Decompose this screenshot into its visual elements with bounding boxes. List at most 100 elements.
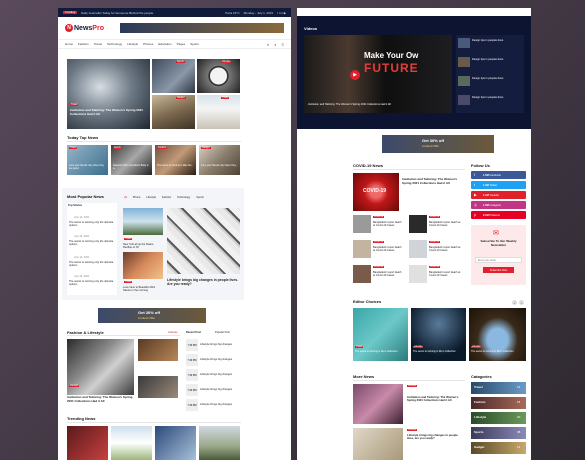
recent-item[interactable]: 7:30 PM Lifestyle brings big changes: [186, 339, 240, 351]
hero-side-image-3[interactable]: [152, 95, 195, 129]
covid-text-3[interactable]: Bangladesh report death at Covid-19 Case…: [373, 246, 403, 252]
site-logo[interactable]: N NewsPro: [65, 24, 104, 32]
editor-label-2[interactable]: Lifestyle: [413, 346, 424, 348]
covid-text-6[interactable]: Bangladesh report death at Covid-19 Case…: [429, 271, 461, 277]
story-text-3[interactable]: The secret to winning only the ultimate …: [69, 261, 115, 267]
nav-item-pages[interactable]: Pages: [177, 42, 186, 46]
more-news-label-1[interactable]: Lifestyle: [407, 385, 418, 387]
tab-sports[interactable]: Sports: [196, 196, 204, 199]
popular-mid-label-2[interactable]: Travel: [124, 281, 133, 283]
hero-side-label-1[interactable]: Sports: [176, 61, 185, 63]
editor-label-1[interactable]: Travel: [355, 346, 364, 348]
category-travel[interactable]: Travel 12: [471, 382, 526, 394]
covid-text-2[interactable]: Bangladesh report death at Covid-19 Case…: [429, 221, 461, 227]
nav-item-lifestyle[interactable]: Lifestyle: [127, 42, 138, 46]
covid-text-5[interactable]: Bangladesh report death at Covid-19 Case…: [373, 271, 403, 277]
tab-all[interactable]: All: [124, 196, 127, 199]
covid-main-text[interactable]: Institution and Tailoring: The Women's S…: [402, 177, 464, 185]
video-list-item-3[interactable]: Design tips in peoples lives: [472, 77, 522, 80]
follow-facebook[interactable]: f 1.5M Facebook: [471, 171, 526, 179]
recent-tab-2[interactable]: Popular Post: [215, 331, 230, 334]
tab-technology[interactable]: Technology: [177, 196, 190, 199]
editor-text-3[interactable]: The secret to winning in life is Collect…: [471, 350, 523, 354]
hero-side-label-3[interactable]: Gadget: [176, 97, 186, 99]
today-top-label-1[interactable]: Travel: [69, 147, 78, 149]
video-thumb-4[interactable]: [458, 95, 470, 105]
category-fashion[interactable]: Fashion 15: [471, 397, 526, 409]
covid-thumb-3[interactable]: [353, 240, 371, 258]
trending-image-3[interactable]: [155, 426, 196, 460]
video-thumb-1[interactable]: [458, 38, 470, 48]
follow-instagram[interactable]: ◎ 1.5M Instagram: [471, 201, 526, 209]
more-news-text-2[interactable]: Lifestyle brings big changes in people l…: [407, 433, 464, 441]
more-news-image-1[interactable]: [353, 384, 403, 424]
nav-item-phones[interactable]: Phones: [143, 42, 153, 46]
hero-main-title[interactable]: Institution and Tailoring: The Women's S…: [70, 108, 146, 116]
header-ad-banner[interactable]: [119, 23, 284, 33]
recent-item[interactable]: 7:30 PM Lifestyle brings big changes: [186, 399, 240, 411]
covid-thumb-6[interactable]: [409, 265, 427, 283]
recent-item[interactable]: 7:30 PM Lifestyle brings big changes: [186, 354, 240, 366]
hero-side-label-2[interactable]: Lifestyle: [221, 61, 232, 63]
fashion-main-label[interactable]: Lifestyle: [69, 385, 80, 387]
recent-tab-1[interactable]: Recent Post: [186, 331, 201, 334]
today-top-label-3[interactable]: Fashion: [157, 147, 168, 149]
trending-image-1[interactable]: [67, 426, 108, 460]
covid-thumb-1[interactable]: [353, 215, 371, 233]
popular-mid-text-2[interactable]: Love have to Beautiful 2021 Nature in th…: [123, 286, 163, 292]
fashion-small-image-2[interactable]: [138, 376, 178, 398]
covid-label-2[interactable]: Covid-19: [429, 216, 441, 218]
editor-label-3[interactable]: Lifestyle: [471, 346, 482, 348]
covid-thumb-5[interactable]: [353, 265, 371, 283]
trending-image-4[interactable]: [199, 426, 240, 460]
popular-mid-text-1[interactable]: New York all up the Statue Rooftop of NY: [123, 243, 163, 249]
nav-item-technology[interactable]: Technology: [107, 42, 122, 46]
today-top-image-4[interactable]: [199, 145, 240, 175]
nav-item-fashion[interactable]: Fashion: [78, 42, 89, 46]
today-top-text-1[interactable]: Love your friends only when they are goo…: [69, 164, 106, 171]
hero-main-image[interactable]: [67, 59, 150, 129]
category-gadget[interactable]: Gadget 11: [471, 442, 526, 454]
trending-image-2[interactable]: [111, 426, 152, 460]
tab-fashion[interactable]: Fashion: [162, 196, 171, 199]
video-player[interactable]: Make Your Ow FUTURE ▶ Institution and Ta…: [304, 35, 452, 113]
covid-text-1[interactable]: Bangladesh report death at Covid-19 Case…: [373, 221, 403, 227]
more-news-label-2[interactable]: Lifestyle: [407, 429, 418, 431]
category-sports[interactable]: Sports 08: [471, 427, 526, 439]
next-arrow-icon[interactable]: ›: [519, 300, 524, 305]
hero-side-image-2[interactable]: [197, 59, 240, 93]
hero-side-label-4[interactable]: Travel: [221, 97, 230, 99]
covid-thumb-4[interactable]: [409, 240, 427, 258]
follow-twitter[interactable]: t 1.2M Twitter: [471, 181, 526, 189]
covid-label-3[interactable]: Covid-19: [373, 241, 385, 243]
follow-youtube[interactable]: ▶ 1.1M Youtube: [471, 191, 526, 199]
video-list-item-4[interactable]: Design tips in peoples lives: [472, 96, 522, 99]
hero-side-image-1[interactable]: [152, 59, 195, 93]
subscribe-button[interactable]: Subscribe Now: [483, 267, 514, 273]
nav-item-sports[interactable]: Sports: [190, 42, 199, 46]
right-ad-banner[interactable]: Get 30% off Limited Offer: [382, 135, 494, 153]
story-text-2[interactable]: The secret to winning only the ultimate …: [69, 240, 115, 246]
covid-text-4[interactable]: Bangladesh report death at Covid-19 Case…: [429, 246, 461, 252]
nav-item-travel[interactable]: Travel: [94, 42, 102, 46]
play-icon[interactable]: ▶: [350, 70, 360, 80]
popular-feature-title[interactable]: Lifestyle brings big changes in people l…: [167, 278, 239, 286]
tab-lifestyle[interactable]: Lifestyle: [146, 196, 156, 199]
recent-item[interactable]: 7:30 PM Lifestyle brings big changes: [186, 369, 240, 381]
search-icon[interactable]: ⌕: [267, 42, 269, 47]
popular-feature-image[interactable]: [167, 208, 240, 274]
today-top-text-2[interactable]: Reasons Why a Newborn Baby is a...: [113, 164, 150, 171]
story-text-1[interactable]: The secret to winning only the ultimate …: [69, 221, 115, 227]
video-list-item-1[interactable]: Design tips in peoples lives: [472, 39, 522, 42]
today-top-label-2[interactable]: Sports: [113, 147, 122, 149]
today-top-text-4[interactable]: Love your friends only when they...: [201, 164, 238, 168]
covid-main-image[interactable]: COVID-19: [353, 173, 399, 211]
covid-label-5[interactable]: Covid-19: [373, 266, 385, 268]
prev-arrow-icon[interactable]: ‹: [512, 300, 517, 305]
menu-icon[interactable]: ≡: [282, 42, 284, 47]
fashion-tab[interactable]: Lifestyle: [168, 331, 178, 334]
story-text-4[interactable]: The secret to winning only the ultimate …: [69, 280, 115, 286]
mid-ad-banner[interactable]: Get 30% off Limited Offer: [98, 308, 206, 323]
popular-mid-label-1[interactable]: Travel: [124, 238, 133, 240]
video-thumb-3[interactable]: [458, 76, 470, 86]
